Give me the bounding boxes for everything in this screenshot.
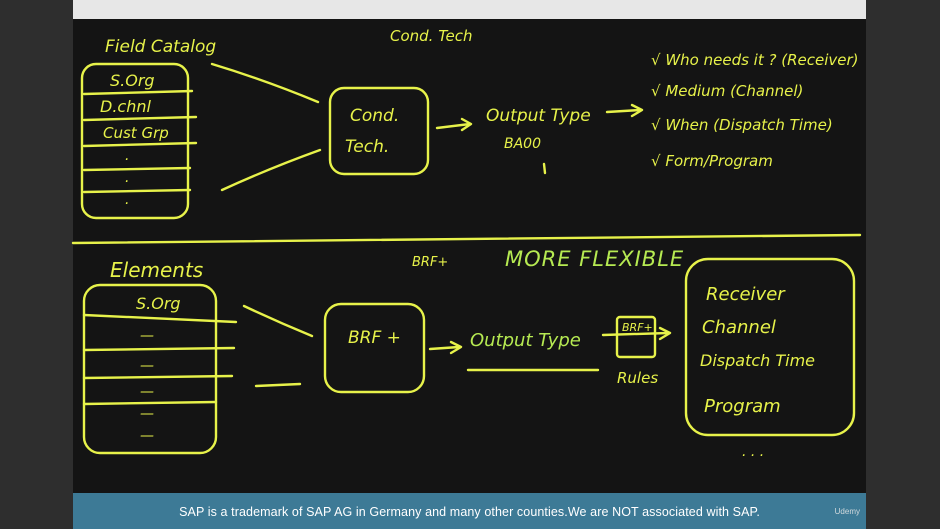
catalog-field: S.Org bbox=[110, 71, 155, 90]
elements-field: — bbox=[140, 428, 154, 444]
checklist-item: √ Medium (Channel) bbox=[651, 82, 803, 100]
footer-bar: SAP is a trademark of SAP AG in Germany … bbox=[73, 493, 866, 529]
section-divider bbox=[71, 233, 862, 245]
catalog-field: Cust Grp bbox=[103, 124, 169, 142]
result-item: Receiver bbox=[706, 284, 786, 305]
connector-line bbox=[254, 382, 302, 388]
checklist-item: √ Who needs it ? (Receiver) bbox=[651, 51, 859, 69]
elements-row-line bbox=[82, 400, 218, 406]
brf-plus-box bbox=[323, 302, 426, 394]
catalog-field: . bbox=[125, 148, 129, 164]
output-type-code: BA00 bbox=[504, 136, 541, 152]
udemy-logo: Udemy bbox=[834, 507, 860, 516]
elements-field: — bbox=[140, 406, 154, 422]
elements-title: Elements bbox=[110, 258, 203, 282]
elements-field: — bbox=[140, 384, 154, 400]
catalog-row-line bbox=[82, 188, 192, 194]
result-item: Program bbox=[704, 396, 781, 417]
trademark-notice: SAP is a trademark of SAP AG in Germany … bbox=[179, 505, 760, 519]
connector-line bbox=[242, 304, 314, 338]
arrow-line bbox=[428, 345, 461, 351]
elements-field: — bbox=[140, 328, 154, 344]
brf-rules-box-label: BRF+ bbox=[622, 321, 653, 334]
catalog-row-line bbox=[82, 115, 198, 122]
cond-tech-box-line1: Cond. bbox=[350, 106, 399, 126]
catalog-row-line bbox=[82, 89, 194, 96]
result-item: Channel bbox=[702, 317, 776, 338]
catalog-field: . bbox=[125, 170, 129, 186]
catalog-field: D.chnl bbox=[100, 97, 151, 116]
elements-row-line bbox=[82, 374, 234, 380]
connector-line bbox=[210, 62, 320, 104]
result-item: Dispatch Time bbox=[700, 351, 815, 370]
connector-line bbox=[220, 148, 322, 192]
checklist-item: √ When (Dispatch Time) bbox=[651, 116, 833, 134]
brf-header: BRF+ bbox=[412, 255, 448, 270]
cond-tech-box-line2: Tech. bbox=[345, 137, 389, 157]
output-type-label: Output Type bbox=[470, 330, 581, 351]
catalog-field: . bbox=[125, 192, 129, 208]
elements-field: — bbox=[140, 358, 154, 374]
catalog-row-line bbox=[82, 141, 198, 148]
more-flexible-label: MORE FLEXIBLE bbox=[505, 247, 684, 271]
output-type-label: Output Type bbox=[486, 106, 591, 126]
checklist-item: √ Form/Program bbox=[651, 152, 773, 170]
elements-row-line bbox=[82, 346, 236, 352]
handwritten-diagram: Field Catalog S.Org D.chnl Cust Grp . . … bbox=[71, 27, 862, 460]
continuation-dots: . . . bbox=[742, 444, 764, 460]
elements-field: S.Org bbox=[136, 294, 181, 313]
tick-mark bbox=[542, 162, 547, 175]
cond-tech-box bbox=[328, 86, 430, 176]
rules-label: Rules bbox=[617, 369, 658, 387]
elements-row-line bbox=[82, 313, 238, 324]
arrow-line bbox=[605, 108, 642, 114]
brf-plus-box-label: BRF + bbox=[348, 328, 401, 348]
cond-tech-header: Cond. Tech bbox=[390, 27, 473, 45]
catalog-row-line bbox=[82, 166, 192, 172]
field-catalog-title: Field Catalog bbox=[105, 37, 216, 57]
